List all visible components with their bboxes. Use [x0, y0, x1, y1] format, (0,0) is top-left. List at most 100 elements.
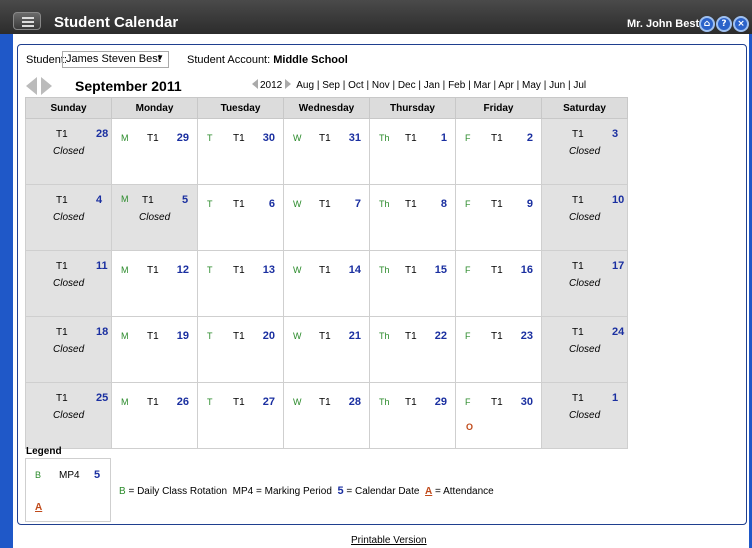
day-cell[interactable]: W T1 21 — [283, 316, 370, 383]
day-cell[interactable]: T T1 6 — [197, 184, 284, 251]
day-cell[interactable]: Th T1 22 — [369, 316, 456, 383]
rotation-day: W — [293, 397, 302, 407]
month-link[interactable]: Aug — [296, 80, 314, 91]
closed-label: Closed — [53, 146, 85, 157]
month-link[interactable]: Apr — [498, 80, 514, 91]
marking-period: T1 — [405, 331, 417, 342]
day-cell[interactable]: T T1 20 — [197, 316, 284, 383]
day-cell[interactable]: T T1 27 — [197, 382, 284, 449]
day-cell[interactable]: W T1 31 — [283, 118, 370, 185]
account-label: Student Account: — [187, 54, 271, 66]
next-month-icon[interactable] — [41, 77, 52, 95]
prev-month-icon[interactable] — [26, 77, 37, 95]
month-link[interactable]: Mar — [473, 80, 490, 91]
marking-period: T1 — [319, 133, 331, 144]
rotation-day: Th — [379, 331, 390, 341]
day-cell[interactable]: M T1 5 Closed — [111, 184, 198, 251]
day-cell[interactable]: M T1 26 — [111, 382, 198, 449]
day-cell[interactable]: F T1 2 — [455, 118, 542, 185]
month-link[interactable]: Feb — [448, 80, 465, 91]
rotation-day: W — [293, 199, 302, 209]
month-link[interactable]: Jan — [424, 80, 440, 91]
month-link[interactable]: May — [522, 80, 541, 91]
printable-version-link[interactable]: Printable Version — [351, 535, 427, 546]
menu-icon — [22, 17, 34, 19]
title-bar: Student Calendar Mr. John Best ⌂ ? × — [0, 0, 752, 34]
day-cell[interactable]: T1 4 Closed — [25, 184, 112, 251]
day-cell[interactable]: T T1 30 — [197, 118, 284, 185]
week-row: T1 28 Closed M T1 29 T T1 30 W T1 31 Th T1 1 F T1 2 T1 3 Clo… — [25, 118, 628, 185]
rotation-day: M — [121, 133, 129, 143]
calendar-date: 7 — [354, 198, 361, 210]
week-row: T1 25 Closed M T1 26 T T1 27 W T1 28 Th T1 29 F T1 30 O T1 1… — [25, 382, 628, 449]
marking-period: T1 — [56, 327, 68, 338]
month-link[interactable]: Jul — [573, 80, 586, 91]
prev-year-icon[interactable] — [252, 79, 258, 89]
day-cell[interactable]: T1 25 Closed — [25, 382, 112, 449]
rotation-day: Th — [379, 397, 390, 407]
day-cell[interactable]: F T1 23 — [455, 316, 542, 383]
student-select[interactable]: James Steven Best ▼ — [62, 51, 169, 68]
day-cell[interactable]: W T1 28 — [283, 382, 370, 449]
day-cell[interactable]: W T1 14 — [283, 250, 370, 317]
calendar-date: 19 — [176, 330, 189, 342]
day-cell[interactable]: T1 17 Closed — [541, 250, 628, 317]
day-cell[interactable]: T1 10 Closed — [541, 184, 628, 251]
attendance-mark[interactable]: O — [466, 422, 473, 432]
marking-period: T1 — [405, 397, 417, 408]
day-cell[interactable]: Th T1 8 — [369, 184, 456, 251]
marking-period: T1 — [147, 331, 159, 342]
month-link[interactable]: Dec — [398, 80, 416, 91]
day-cell[interactable]: F T1 16 — [455, 250, 542, 317]
month-link[interactable]: Oct — [348, 80, 364, 91]
day-cell[interactable]: F T1 9 — [455, 184, 542, 251]
day-cell[interactable]: Th T1 15 — [369, 250, 456, 317]
rotation-day: F — [465, 265, 471, 275]
student-select-value: James Steven Best — [66, 53, 161, 65]
calendar-date: 6 — [268, 198, 275, 210]
day-cell[interactable]: T T1 13 — [197, 250, 284, 317]
day-cell[interactable]: T1 18 Closed — [25, 316, 112, 383]
day-cell[interactable]: T1 1 Closed — [541, 382, 628, 449]
calendar-date: 2 — [526, 132, 533, 144]
day-cell[interactable]: Th T1 1 — [369, 118, 456, 185]
day-cell[interactable]: F T1 30 O — [455, 382, 542, 449]
calendar-date: 29 — [434, 396, 447, 408]
calendar-date: 23 — [520, 330, 533, 342]
month-link[interactable]: Sep — [322, 80, 340, 91]
month-link[interactable]: Jun — [549, 80, 565, 91]
rotation-day: T — [207, 265, 213, 275]
day-cell[interactable]: M T1 29 — [111, 118, 198, 185]
rotation-day: W — [293, 265, 302, 275]
marking-period: T1 — [405, 133, 417, 144]
marking-period: T1 — [233, 133, 245, 144]
calendar-date: 29 — [176, 132, 189, 144]
day-cell[interactable]: T1 28 Closed — [25, 118, 112, 185]
day-cell[interactable]: T1 24 Closed — [541, 316, 628, 383]
day-cell[interactable]: Th T1 29 — [369, 382, 456, 449]
rotation-day: M — [121, 194, 129, 204]
close-icon[interactable]: × — [733, 16, 749, 32]
next-year-icon[interactable] — [285, 79, 292, 89]
calendar-date: 18 — [96, 326, 109, 338]
month-separator: | — [540, 80, 550, 91]
menu-button[interactable] — [13, 12, 41, 30]
help-icon[interactable]: ? — [716, 16, 732, 32]
calendar-date: 20 — [262, 330, 275, 342]
day-cell[interactable]: W T1 7 — [283, 184, 370, 251]
rotation-day: Th — [379, 133, 390, 143]
marking-period: T1 — [319, 199, 331, 210]
calendar-date: 31 — [348, 132, 361, 144]
home-icon[interactable]: ⌂ — [699, 16, 715, 32]
day-cell[interactable]: T1 11 Closed — [25, 250, 112, 317]
marking-period: T1 — [147, 397, 159, 408]
day-cell[interactable]: M T1 12 — [111, 250, 198, 317]
weekday-monday: Monday — [111, 97, 198, 119]
day-cell[interactable]: T1 3 Closed — [541, 118, 628, 185]
day-cell[interactable]: M T1 19 — [111, 316, 198, 383]
calendar-date: 15 — [434, 264, 447, 276]
closed-label: Closed — [53, 212, 85, 223]
marking-period: T1 — [572, 195, 584, 206]
month-link[interactable]: Nov — [372, 80, 390, 91]
marking-period: T1 — [233, 265, 245, 276]
